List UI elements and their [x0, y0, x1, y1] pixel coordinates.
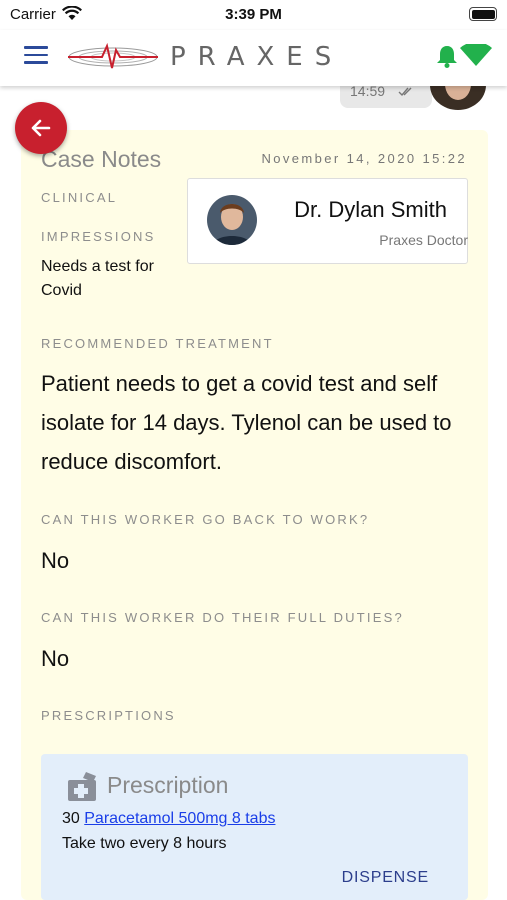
full-duties-value: No	[41, 646, 70, 671]
doctor-card[interactable]: Dr. Dylan Smith	[187, 178, 468, 264]
bell-icon[interactable]	[436, 44, 458, 73]
prescription-drug-link[interactable]: Paracetamol 500mg 8 tabs	[84, 810, 275, 827]
back-to-work-label: CAN THIS WORKER GO BACK TO WORK?	[41, 512, 370, 527]
prescription-line: 30 Paracetamol 500mg 8 tabs	[62, 810, 275, 828]
prescription-title: Prescription	[107, 772, 229, 798]
treatment-label: RECOMMENDED TREATMENT	[41, 336, 274, 351]
case-date: November 14, 2020 15:22	[261, 151, 467, 166]
status-bar: Carrier 3:39 PM	[0, 0, 507, 30]
signal-icon	[460, 41, 492, 71]
dispense-button[interactable]: DISPENSE	[342, 869, 429, 887]
prescription-quantity: 30	[62, 810, 80, 827]
card-title: Case Notes	[41, 146, 162, 172]
full-duties-label: CAN THIS WORKER DO THEIR FULL DUTIES?	[41, 610, 404, 625]
back-arrow-icon	[31, 119, 51, 137]
doctor-avatar	[207, 195, 257, 245]
back-to-work-value: No	[41, 548, 70, 573]
read-checks-icon	[398, 87, 412, 97]
status-time: 3:39 PM	[225, 6, 282, 23]
clinical-label: CLINICAL	[41, 190, 118, 205]
treatment-value: Patient needs to get a covid test and se…	[41, 371, 452, 474]
impressions-value: Needs a test for Covid	[41, 258, 154, 299]
doctor-role: Praxes Doctor	[379, 232, 468, 248]
back-button[interactable]	[15, 102, 67, 154]
doctor-name: Dr. Dylan Smith	[294, 197, 447, 222]
prescription-icon	[66, 770, 98, 807]
menu-icon[interactable]	[24, 46, 48, 66]
battery-icon	[469, 7, 497, 21]
praxes-logo-icon	[68, 42, 158, 77]
case-notes-card: Case Notes November 14, 2020 15:22 CLINI…	[21, 130, 488, 900]
app-header: PRAXES	[0, 30, 507, 86]
logo-text: PRAXES	[170, 42, 344, 72]
prescription-instructions: Take two every 8 hours	[62, 835, 227, 852]
prescription-box: Prescription 30 Paracetamol 500mg 8 tabs…	[41, 754, 468, 900]
prescriptions-label: PRESCRIPTIONS	[41, 708, 176, 723]
impressions-label: IMPRESSIONS	[41, 229, 156, 244]
